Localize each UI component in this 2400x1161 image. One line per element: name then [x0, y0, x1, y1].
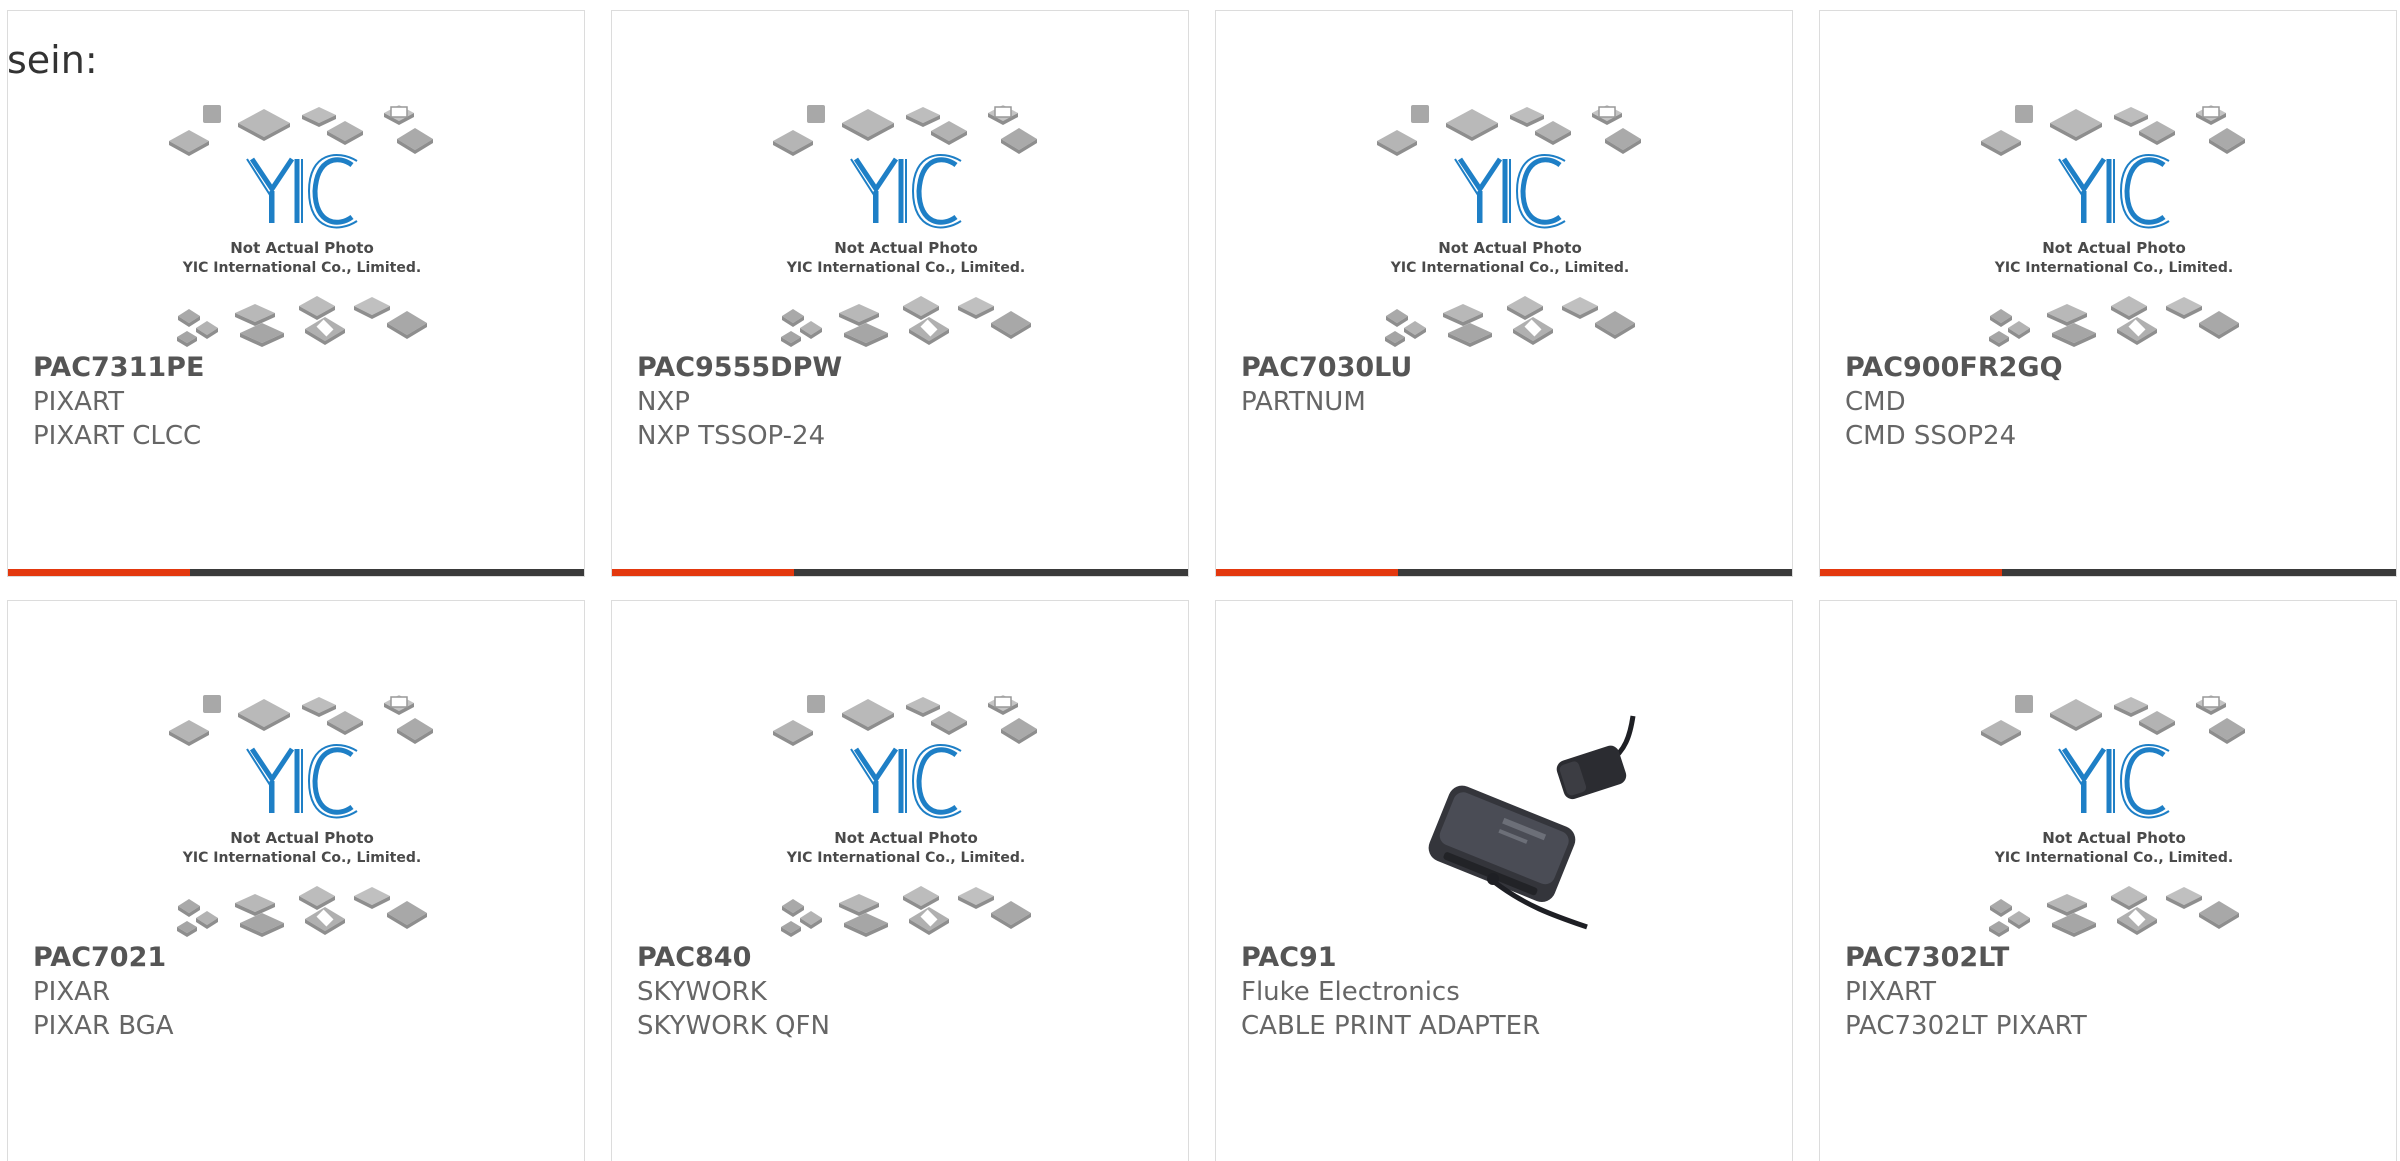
placeholder-icon: Not Actual Photo YIC International Co., L…: [1981, 105, 2245, 347]
description: CMD SSOP24: [1845, 421, 2017, 451]
manufacturer: Fluke Electronics: [1241, 977, 1460, 1007]
placeholder-caption: Not Actual Photo: [834, 239, 978, 257]
yic-logo: [246, 154, 358, 229]
manufacturer: PARTNUM: [1241, 387, 1366, 417]
card-bottom-bar: [8, 569, 584, 576]
card-accent-bar: [1216, 569, 1398, 576]
part-number-link[interactable]: PAC7021: [33, 941, 174, 975]
yic-logo: [2058, 154, 2170, 229]
placeholder-caption: YIC International Co., Limited.: [182, 260, 421, 276]
placeholder-chips-bottom: [1385, 296, 1635, 347]
intro-text: sein:: [7, 38, 98, 82]
description: PIXAR BGA: [33, 1011, 174, 1041]
placeholder-caption: Not Actual Photo: [1438, 239, 1582, 257]
product-card[interactable]: Not Actual Photo YIC International Co., L…: [1215, 10, 1793, 577]
placeholder-icon: Not Actual Photo YIC International Co., L…: [773, 105, 1037, 347]
placeholder-caption: Not Actual Photo: [834, 829, 978, 847]
description: PAC7302LT PIXART: [1845, 1011, 2087, 1041]
part-number-link[interactable]: PAC9555DPW: [637, 351, 842, 385]
product-info: PAC840 SKYWORK SKYWORK QFN: [637, 941, 830, 1043]
manufacturer: PIXART: [33, 387, 124, 417]
product-card[interactable]: Not Actual Photo YIC International Co., L…: [611, 600, 1189, 1161]
placeholder-caption: YIC International Co., Limited.: [786, 850, 1025, 866]
description: SKYWORK QFN: [637, 1011, 830, 1041]
yic-logo: [246, 744, 358, 819]
description: PIXART CLCC: [33, 421, 202, 451]
placeholder-caption: YIC International Co., Limited.: [1994, 260, 2233, 276]
placeholder-chips-bottom: [781, 886, 1031, 937]
placeholder-caption: Not Actual Photo: [2042, 829, 2186, 847]
product-info: PAC91 Fluke Electronics CABLE PRINT ADAP…: [1241, 941, 1540, 1043]
placeholder-caption: YIC International Co., Limited.: [1994, 850, 2233, 866]
yic-logo: [1454, 154, 1566, 229]
part-number-link[interactable]: PAC91: [1241, 941, 1540, 975]
placeholder-chips-bottom: [1989, 886, 2239, 937]
card-bottom-bar: [1216, 569, 1792, 576]
product-card[interactable]: Not Actual Photo YIC International Co., L…: [7, 600, 585, 1161]
placeholder-graphic: [1377, 105, 1641, 156]
placeholder-icon: Not Actual Photo YIC International Co., L…: [1377, 105, 1641, 347]
placeholder-caption: YIC International Co., Limited.: [1390, 260, 1629, 276]
product-card[interactable]: Not Actual Photo YIC International Co., L…: [1819, 600, 2397, 1161]
card-accent-bar: [1820, 569, 2002, 576]
product-grid-page: sein: Not Actual Photo YIC International …: [0, 0, 2400, 1161]
placeholder-graphic: [1981, 695, 2245, 746]
placeholder-graphic: [773, 695, 1037, 746]
part-number-link[interactable]: PAC7311PE: [33, 351, 204, 385]
part-number-link[interactable]: PAC7302LT: [1845, 941, 2087, 975]
manufacturer: NXP: [637, 387, 690, 417]
placeholder-caption: YIC International Co., Limited.: [786, 260, 1025, 276]
placeholder-chips-bottom: [177, 886, 427, 937]
placeholder-caption: Not Actual Photo: [230, 829, 374, 847]
part-number-link[interactable]: PAC840: [637, 941, 830, 975]
placeholder-graphic: [773, 105, 1037, 156]
product-card[interactable]: Not Actual Photo YIC International Co., L…: [1819, 10, 2397, 577]
card-bottom-bar: [612, 569, 1188, 576]
placeholder-chips-bottom: [1989, 296, 2239, 347]
description: CABLE PRINT ADAPTER: [1241, 1011, 1541, 1041]
placeholder-graphic: [169, 695, 433, 746]
product-card[interactable]: Not Actual Photo YIC International Co., L…: [611, 10, 1189, 577]
placeholder-icon: Not Actual Photo YIC International Co., L…: [169, 105, 433, 347]
part-number-link[interactable]: PAC7030LU: [1241, 351, 1412, 385]
product-card[interactable]: Not Actual Photo YIC International Co., L…: [7, 10, 585, 577]
placeholder-graphic: [169, 105, 433, 156]
yic-logo: [850, 154, 962, 229]
product-info: PAC7311PE PIXART PIXART CLCC: [33, 351, 204, 453]
adapter-photo: [1428, 715, 1636, 930]
part-number-link[interactable]: PAC900FR2GQ: [1845, 351, 2063, 385]
placeholder-caption: YIC International Co., Limited.: [182, 850, 421, 866]
product-card[interactable]: PAC91 Fluke Electronics CABLE PRINT ADAP…: [1215, 600, 1793, 1161]
yic-logo: [850, 744, 962, 819]
placeholder-chips-bottom: [781, 296, 1031, 347]
placeholder-icon: Not Actual Photo YIC International Co., L…: [169, 695, 433, 937]
manufacturer: PIXART: [1845, 977, 1936, 1007]
manufacturer: PIXAR: [33, 977, 111, 1007]
product-info: PAC7030LU PARTNUM: [1241, 351, 1412, 419]
card-accent-bar: [612, 569, 794, 576]
placeholder-graphic: [1981, 105, 2245, 156]
product-info: PAC9555DPW NXP NXP TSSOP-24: [637, 351, 842, 453]
placeholder-icon: Not Actual Photo YIC International Co., L…: [1981, 695, 2245, 937]
card-accent-bar: [8, 569, 190, 576]
product-info: PAC7021 PIXAR PIXAR BGA: [33, 941, 174, 1043]
placeholder-chips-bottom: [177, 296, 427, 347]
card-bottom-bar: [1820, 569, 2396, 576]
placeholder-icon: Not Actual Photo YIC International Co., L…: [773, 695, 1037, 937]
placeholder-caption: Not Actual Photo: [230, 239, 374, 257]
yic-logo: [2058, 744, 2170, 819]
placeholder-caption: Not Actual Photo: [2042, 239, 2186, 257]
description: NXP TSSOP-24: [637, 421, 826, 451]
product-info: PAC900FR2GQ CMD CMD SSOP24: [1845, 351, 2063, 453]
product-info: PAC7302LT PIXART PAC7302LT PIXART: [1845, 941, 2087, 1043]
manufacturer: SKYWORK: [637, 977, 767, 1007]
manufacturer: CMD: [1845, 387, 1906, 417]
